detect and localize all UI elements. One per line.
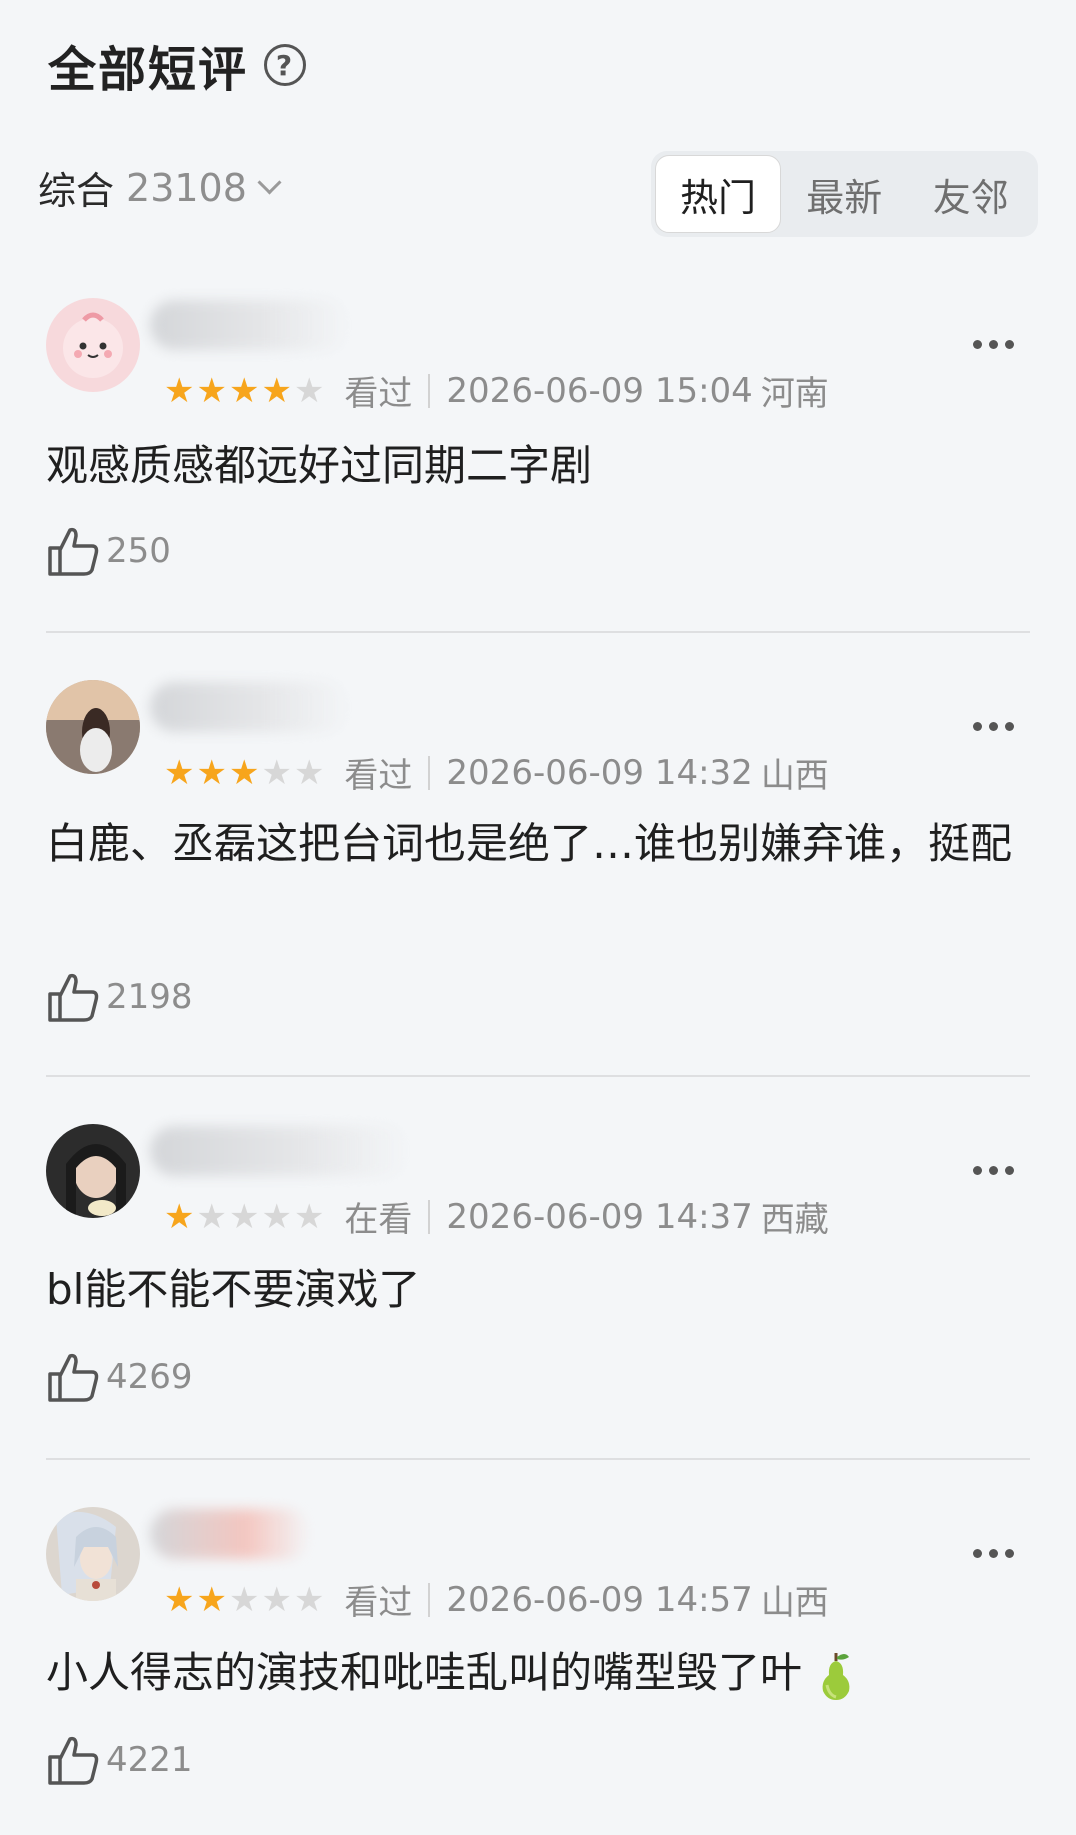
pear-icon — [822, 1652, 850, 1700]
chevron-down-icon — [257, 170, 282, 195]
avatar[interactable] — [46, 298, 140, 392]
divider — [428, 1199, 431, 1234]
star-rating: ★ ★ ★ ★ ★ — [164, 1583, 324, 1617]
sort-label: 综合 — [38, 169, 115, 213]
like-count: 4221 — [106, 1740, 193, 1780]
star-icon: ★ — [228, 1579, 260, 1620]
username-blurred[interactable] — [150, 300, 350, 350]
more-icon[interactable] — [973, 1549, 1014, 1558]
review-datetime: 2026-06-09 14:57 — [446, 1579, 753, 1620]
star-icon: ★ — [196, 370, 227, 411]
star-icon: ★ — [293, 752, 325, 793]
star-icon: ★ — [164, 370, 195, 411]
like-count: 2198 — [106, 977, 193, 1017]
review-text: 白鹿、丞磊这把台词也是绝了…谁也别嫌弃谁，挺配 — [46, 819, 1013, 868]
review-meta: ★ ★ ★ ★ ★ 看过 2026-06-09 14:32 山西 — [164, 748, 829, 797]
thumbs-up-icon — [48, 1736, 99, 1785]
review-item: ★ ★ ★ ★ ★ 在看 2026-06-09 14:37 西藏 bl能不能不要… — [46, 1124, 1030, 1424]
review-location: 河南 — [760, 374, 829, 414]
thumbs-up-icon — [48, 527, 99, 576]
like-button[interactable]: 250 — [46, 524, 171, 578]
review-item: ★ ★ ★ ★ ★ 看过 2026-06-09 14:32 山西 白鹿、丞磊这把… — [46, 680, 1030, 1040]
star-icon: ★ — [261, 752, 292, 793]
review-location: 西藏 — [760, 1200, 829, 1240]
star-rating: ★ ★ ★ ★ ★ — [164, 374, 324, 408]
star-rating: ★ ★ ★ ★ ★ — [164, 1200, 324, 1234]
sort-dropdown[interactable]: 综合 23108 — [38, 160, 282, 215]
like-button[interactable]: 4269 — [46, 1350, 193, 1404]
review-text: bl能不能不要演戏了 — [46, 1265, 421, 1314]
more-icon[interactable] — [973, 340, 1014, 349]
watch-status: 看过 — [344, 1583, 413, 1623]
tab-hot[interactable]: 热门 — [655, 155, 781, 233]
username-blurred[interactable] — [150, 682, 350, 732]
review-text: 观感质感都远好过同期二字剧 — [46, 441, 593, 490]
review-location: 山西 — [760, 756, 829, 796]
review-location: 山西 — [760, 1583, 829, 1623]
star-icon: ★ — [196, 752, 227, 793]
divider — [428, 1582, 431, 1617]
review-item: ★ ★ ★ ★ ★ 看过 2026-06-09 14:57 山西 小人得志的演技… — [46, 1507, 1030, 1827]
review-meta: ★ ★ ★ ★ ★ 看过 2026-06-09 14:57 山西 — [164, 1575, 829, 1624]
review-text-row: 小人得志的演技和吡哇乱叫的嘴型毁了叶 — [46, 1645, 1026, 1701]
star-icon: ★ — [261, 370, 292, 411]
review-count: 23108 — [126, 165, 247, 210]
star-icon: ★ — [293, 1196, 325, 1237]
page-title: 全部短评 ? — [48, 30, 307, 100]
star-icon: ★ — [228, 752, 260, 793]
divider — [428, 755, 431, 790]
thumbs-up-icon — [48, 973, 99, 1022]
star-icon: ★ — [164, 1579, 195, 1620]
more-icon[interactable] — [973, 1166, 1014, 1175]
star-icon: ★ — [164, 752, 195, 793]
divider — [46, 631, 1030, 633]
avatar[interactable] — [46, 1124, 140, 1218]
review-datetime: 2026-06-09 14:37 — [446, 1196, 753, 1237]
avatar[interactable] — [46, 680, 140, 774]
star-icon: ★ — [261, 1579, 292, 1620]
star-icon: ★ — [228, 370, 260, 411]
username-blurred[interactable] — [150, 1126, 410, 1176]
thumbs-up-icon — [48, 1353, 99, 1402]
like-button[interactable]: 4221 — [46, 1733, 193, 1787]
tab-friends[interactable]: 友邻 — [908, 155, 1035, 233]
star-icon: ★ — [196, 1579, 227, 1620]
help-icon[interactable]: ? — [264, 44, 307, 86]
review-datetime: 2026-06-09 14:32 — [446, 752, 753, 793]
review-datetime: 2026-06-09 15:04 — [446, 370, 753, 411]
page-title-text: 全部短评 — [48, 42, 249, 98]
divider — [428, 373, 431, 408]
review-text: 小人得志的演技和吡哇乱叫的嘴型毁了叶 — [46, 1648, 803, 1697]
review-meta: ★ ★ ★ ★ ★ 在看 2026-06-09 14:37 西藏 — [164, 1192, 829, 1241]
star-icon: ★ — [196, 1196, 227, 1237]
review-item: ★ ★ ★ ★ ★ 看过 2026-06-09 15:04 河南 观感质感都远好… — [46, 298, 1030, 598]
tab-latest[interactable]: 最新 — [781, 155, 908, 233]
sort-tabs: 热门 最新 友邻 — [651, 151, 1038, 237]
star-icon: ★ — [293, 1579, 325, 1620]
divider — [46, 1075, 1030, 1077]
divider — [46, 1458, 1030, 1460]
star-icon: ★ — [228, 1196, 260, 1237]
watch-status: 在看 — [344, 1200, 413, 1240]
like-count: 250 — [106, 531, 171, 571]
more-icon[interactable] — [973, 722, 1014, 731]
username-blurred[interactable] — [150, 1509, 310, 1559]
star-rating: ★ ★ ★ ★ ★ — [164, 756, 324, 790]
star-icon: ★ — [261, 1196, 292, 1237]
like-count: 4269 — [106, 1357, 193, 1397]
watch-status: 看过 — [344, 374, 413, 414]
like-button[interactable]: 2198 — [46, 970, 193, 1024]
review-meta: ★ ★ ★ ★ ★ 看过 2026-06-09 15:04 河南 — [164, 366, 829, 415]
star-icon: ★ — [293, 370, 325, 411]
star-icon: ★ — [164, 1196, 195, 1237]
avatar[interactable] — [46, 1507, 140, 1601]
watch-status: 看过 — [344, 756, 413, 796]
